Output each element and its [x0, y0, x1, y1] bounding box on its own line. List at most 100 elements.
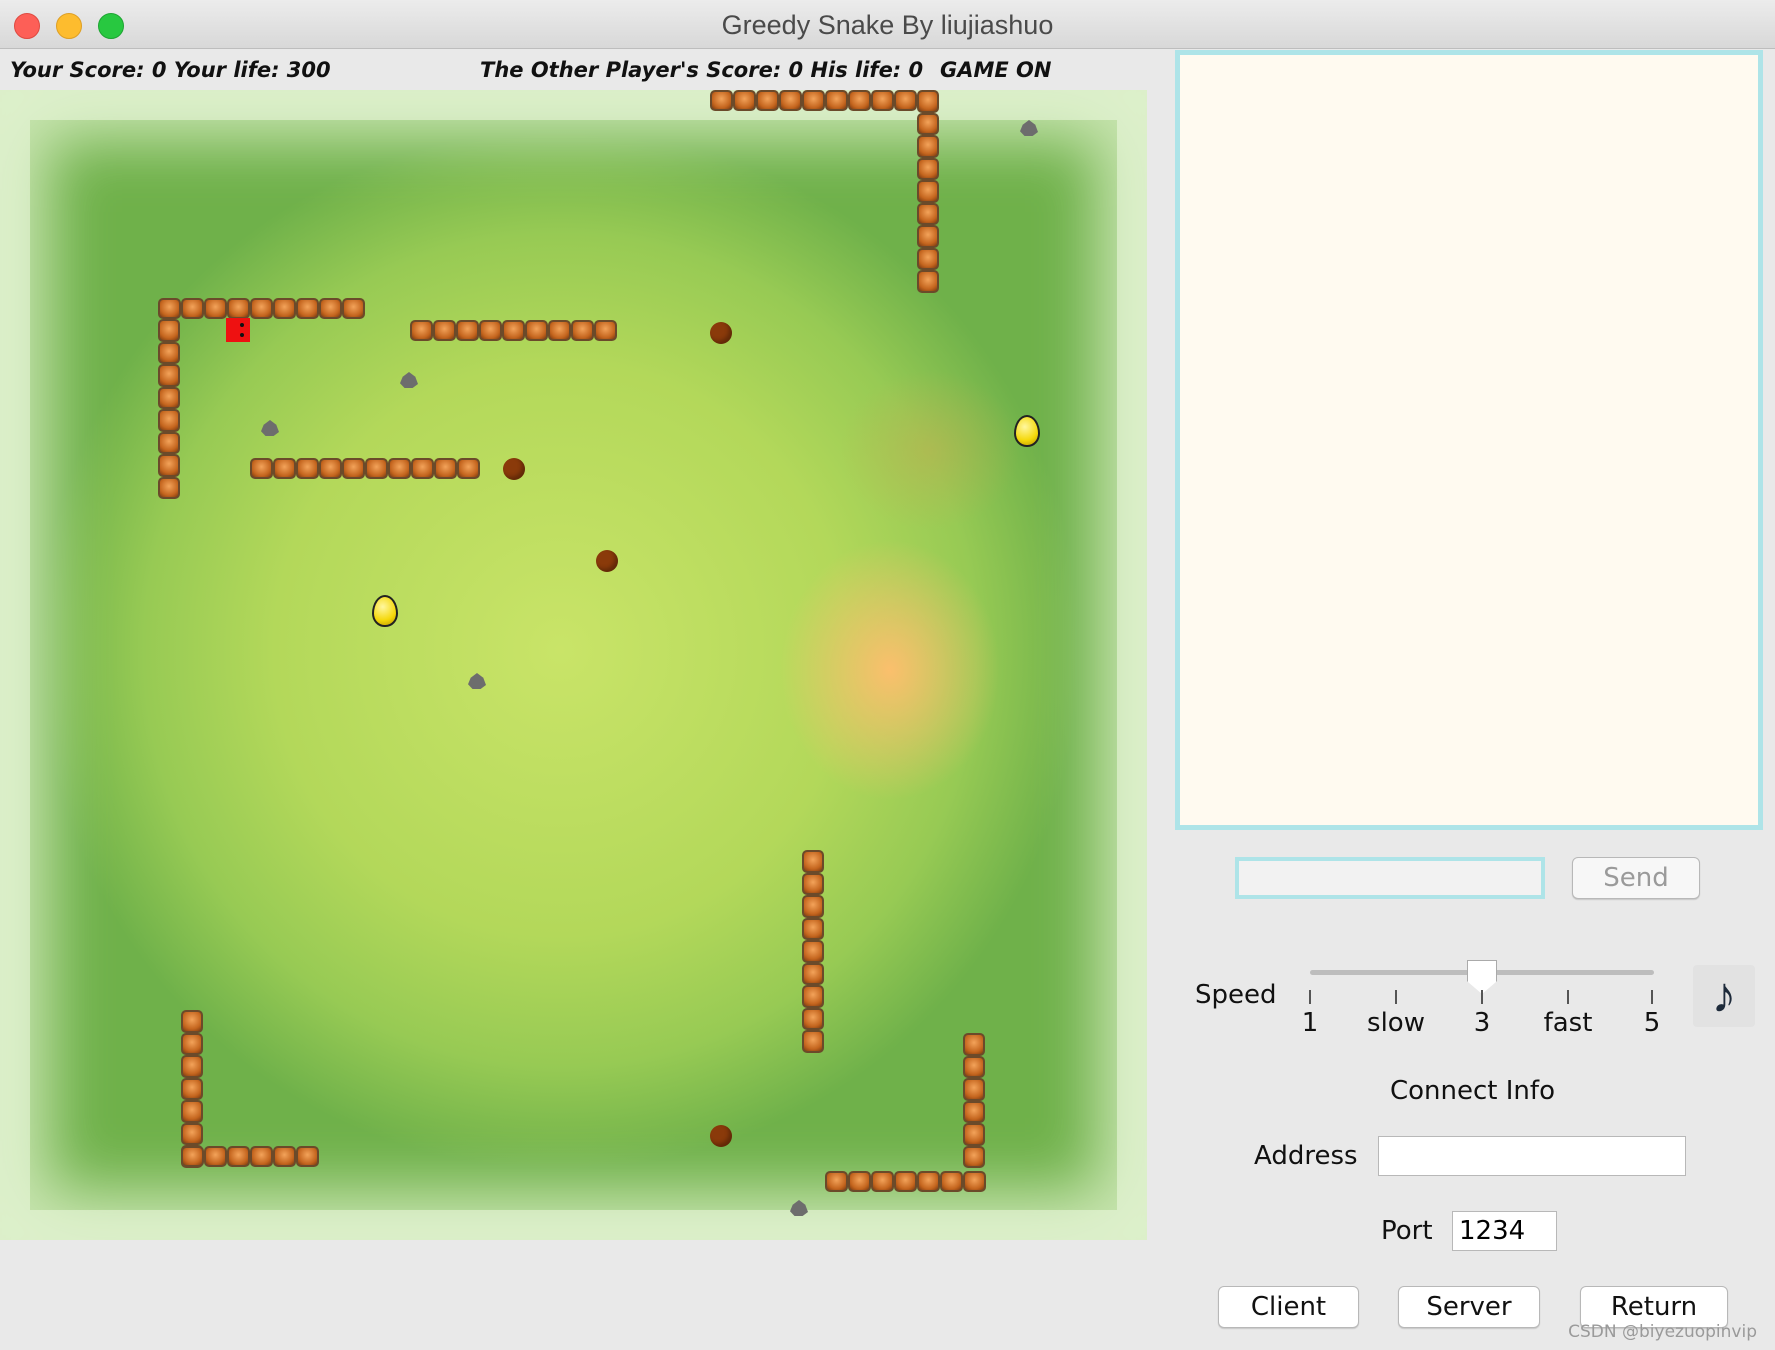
wall-brick [296, 458, 319, 479]
wall-lower-middle-vertical [802, 850, 824, 1053]
wall-brick [227, 1146, 250, 1167]
wall-brick [917, 1171, 940, 1192]
wall-top-vertical [917, 90, 939, 293]
wall-brick [548, 320, 571, 341]
speed-tick [1481, 990, 1483, 1004]
address-label: Address [1254, 1141, 1358, 1171]
wall-brick [894, 1171, 917, 1192]
port-input[interactable] [1452, 1211, 1557, 1251]
speed-tick [1309, 990, 1311, 1004]
port-label: Port [1381, 1216, 1433, 1246]
speed-tick-label: 3 [1473, 1008, 1491, 1038]
wall-brick [158, 319, 180, 342]
snake-head [226, 318, 250, 342]
connect-info-heading: Connect Info [1390, 1076, 1555, 1106]
wall-brick [917, 135, 939, 158]
speed-label: Speed [1195, 980, 1277, 1010]
speed-slider-thumb[interactable] [1467, 960, 1497, 994]
wall-brick [181, 1146, 204, 1167]
wall-brick [296, 298, 319, 319]
wall-brick [917, 90, 939, 113]
chat-input[interactable] [1235, 857, 1545, 899]
wall-brick [158, 298, 181, 319]
wall-brick [411, 458, 434, 479]
wall-brick [296, 1146, 319, 1167]
wall-brick [479, 320, 502, 341]
speed-tick [1651, 990, 1653, 1004]
wall-brick [273, 458, 296, 479]
send-button[interactable]: Send [1572, 857, 1700, 899]
window-title: Greedy Snake By liujiashuo [721, 10, 1054, 40]
wall-lower-right-vertical [963, 1033, 985, 1168]
wall-brick [227, 298, 250, 319]
wall-brick [181, 1100, 203, 1123]
wall-brick [802, 90, 825, 111]
wall-brick [802, 872, 824, 895]
wall-brick [342, 298, 365, 319]
wall-brick [825, 1171, 848, 1192]
title-bar: Greedy Snake By liujiashuo [0, 0, 1775, 49]
rock-obstacle [468, 673, 486, 689]
food-item [710, 1125, 732, 1147]
wall-brick [273, 1146, 296, 1167]
wall-brick [871, 90, 894, 111]
wall-brick [779, 90, 802, 111]
wall-brick [917, 225, 939, 248]
wall-brick [571, 320, 594, 341]
rock-obstacle [261, 420, 279, 436]
wall-upper-left-horizontal [158, 298, 365, 319]
egg-bonus [1014, 415, 1040, 447]
client-button[interactable]: Client [1218, 1286, 1359, 1328]
wall-brick [434, 458, 457, 479]
wall-brick [963, 1171, 986, 1192]
wall-upper-middle-horizontal [410, 320, 617, 341]
wall-brick [917, 112, 939, 135]
wall-brick [410, 320, 433, 341]
speed-tick [1395, 990, 1397, 1004]
music-note-icon[interactable]: ♪ [1693, 965, 1755, 1027]
food-item [503, 458, 525, 480]
wall-brick [250, 1146, 273, 1167]
chat-log[interactable] [1175, 50, 1763, 830]
wall-brick [848, 1171, 871, 1192]
wall-brick [273, 298, 296, 319]
wall-brick [181, 1077, 203, 1100]
game-board[interactable] [0, 90, 1147, 1240]
address-input[interactable] [1378, 1136, 1686, 1176]
server-button[interactable]: Server [1398, 1286, 1540, 1328]
wall-brick [963, 1123, 985, 1146]
wall-brick [963, 1055, 985, 1078]
wall-brick [825, 90, 848, 111]
food-item [710, 322, 732, 344]
wall-brick [940, 1171, 963, 1192]
wall-brick [181, 1010, 203, 1033]
wall-brick [158, 386, 180, 409]
watermark: CSDN @biyezuopinvip [1568, 1322, 1757, 1342]
wall-brick [917, 270, 939, 293]
rock-obstacle [400, 372, 418, 388]
wall-lower-left-horizontal [181, 1146, 319, 1167]
game-state-label: GAME ON [940, 58, 1052, 82]
wall-brick [365, 458, 388, 479]
food-item [596, 550, 618, 572]
status-bar: Your Score: 0 Your life: 300 The Other P… [0, 56, 1160, 88]
rock-obstacle [790, 1200, 808, 1216]
wall-brick [319, 458, 342, 479]
wall-brick [525, 320, 548, 341]
egg-bonus [372, 595, 398, 627]
wall-brick [963, 1078, 985, 1101]
wall-brick [158, 341, 180, 364]
speed-tick-label: fast [1543, 1008, 1593, 1038]
wall-upper-left-vertical [158, 319, 180, 499]
wall-brick [158, 409, 180, 432]
wall-brick [871, 1171, 894, 1192]
wall-lower-right-horizontal [825, 1171, 986, 1192]
wall-brick [181, 1032, 203, 1055]
wall-brick [204, 298, 227, 319]
wall-brick [802, 895, 824, 918]
wall-brick [457, 458, 480, 479]
wall-brick [502, 320, 525, 341]
wall-brick [433, 320, 456, 341]
wall-brick [802, 985, 824, 1008]
wall-brick [342, 458, 365, 479]
